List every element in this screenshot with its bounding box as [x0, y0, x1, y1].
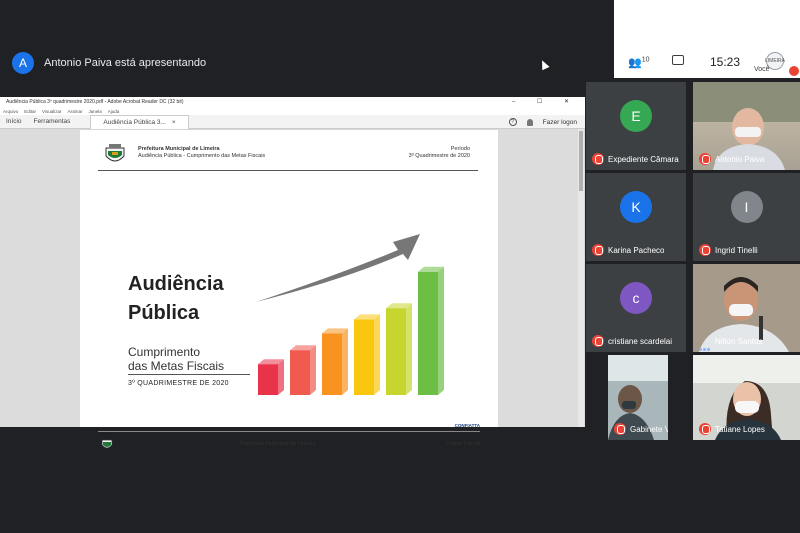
- mouse-cursor-icon: [538, 58, 550, 71]
- mic-off-icon: [699, 244, 711, 256]
- bell-icon: [526, 118, 533, 126]
- chat-icon[interactable]: [672, 55, 684, 65]
- scrollbar: [578, 129, 584, 427]
- slide-subtitle-line3: 3º QUADRIMESTRE DE 2020: [128, 380, 229, 387]
- scrollbar-thumb: [579, 131, 583, 191]
- tab-home: Início: [6, 118, 22, 125]
- participant-tile[interactable]: Tatiane Lopes: [693, 355, 800, 440]
- participant-tile[interactable]: Nilton Santos: [693, 264, 800, 352]
- period-label: Período: [450, 146, 470, 152]
- presenter-avatar: A: [12, 52, 34, 74]
- acrobat-titlebar: Audiência Pública 3º quadrimestre 2020.p…: [0, 97, 585, 107]
- self-mic-muted-icon[interactable]: [789, 66, 799, 76]
- window-buttons: – ☐ ✕: [511, 99, 579, 105]
- menu-item: Assinar: [67, 108, 83, 114]
- pdf-page: Prefeitura Municipal de Limeira Audiênci…: [80, 130, 498, 449]
- growth-bars-illustration: [256, 234, 444, 395]
- subtitle-divider: [128, 374, 250, 375]
- mic-off-icon: [592, 335, 604, 347]
- participant-avatar: E: [620, 100, 652, 132]
- growth-bar: [418, 266, 444, 395]
- participant-name: Tatiane Lopes: [715, 425, 765, 434]
- participant-name: Nilton Santos: [715, 337, 763, 346]
- participant-tile[interactable]: E Expediente Câmara: [586, 82, 686, 170]
- slide-subtitle-line2: das Metas Fiscais: [128, 359, 225, 373]
- participant-tile[interactable]: K Karina Pacheco: [586, 173, 686, 261]
- tab-document-label: Audiência Pública 3...: [103, 118, 166, 126]
- participant-tile[interactable]: I Ingrid Tinelli: [693, 173, 800, 261]
- header-org: Prefeitura Municipal de Limeira: [138, 146, 220, 152]
- menu-item: Ajuda: [107, 108, 120, 114]
- clock: 15:23: [710, 55, 741, 69]
- acrobat-menubar: Arquivo Editar Visualizar Assinar Janela…: [0, 107, 585, 115]
- mic-off-icon: [592, 244, 604, 256]
- menu-item: Visualizar: [42, 108, 62, 114]
- footer-divider: [98, 431, 480, 432]
- login-link: Fazer logon: [542, 118, 577, 126]
- presenter-text: Antonio Paiva está apresentando: [44, 57, 207, 69]
- slide-title-line2: Pública: [128, 302, 200, 324]
- confiatta-logo: CONFIATTA: [454, 423, 480, 428]
- left-margin: [0, 129, 80, 427]
- meet-screen: A Antonio Paiva está apresentando 👥10 15…: [0, 0, 800, 533]
- people-icon: 👥: [628, 57, 642, 69]
- header-subtitle: Audiência Pública - Cumprimento das Meta…: [138, 153, 266, 159]
- growth-bar: [290, 345, 316, 395]
- tab-document: Audiência Pública 3... ×: [90, 114, 189, 129]
- help-icon: ?: [508, 118, 517, 126]
- mic-off-icon: [699, 153, 711, 165]
- acrobat-tabbar: Início Ferramentas Audiência Pública 3..…: [0, 114, 585, 129]
- participant-name: Gabinete Vereador ...: [630, 425, 668, 434]
- header-divider: [98, 170, 478, 171]
- participant-name: Expediente Câmara: [608, 155, 679, 164]
- participant-name: Karina Pacheco: [608, 246, 665, 255]
- participant-name: Ingrid Tinelli: [715, 246, 758, 255]
- slide-title-line1: Audiência: [128, 273, 224, 295]
- meeting-controls: 👥10 15:23 LIMEIRA Você: [614, 0, 800, 78]
- shared-screen: Audiência Pública 3º quadrimestre 2020.p…: [0, 97, 585, 449]
- participant-name: cristiane scardelai: [608, 337, 673, 346]
- close-icon: ×: [171, 118, 176, 126]
- participant-avatar: I: [730, 191, 763, 223]
- footer-text: Prefeitura Municipal de Limeira: [240, 441, 316, 447]
- menu-item: Janela: [88, 108, 102, 114]
- growth-bar: [322, 328, 348, 395]
- footer-page: Página 1 de 48: [446, 441, 480, 447]
- presenter-banner: A Antonio Paiva está apresentando: [12, 52, 206, 74]
- coat-of-arms-icon: [105, 144, 125, 162]
- growth-bar: [258, 359, 284, 395]
- growth-arrow-icon: [256, 234, 420, 302]
- growth-bar: [386, 303, 412, 395]
- growth-bar: [354, 314, 380, 395]
- menu-item: Arquivo: [3, 108, 19, 114]
- right-margin: [497, 129, 585, 427]
- period-value: 3º Quadrimestre de 2020: [408, 153, 470, 159]
- acrobat-tab-right: ? Fazer logon: [508, 118, 577, 126]
- speaking-indicator-icon: [699, 338, 711, 351]
- people-count: 10: [641, 56, 650, 64]
- participant-name: Antonio Paiva: [715, 155, 765, 164]
- mic-off-icon: [614, 423, 626, 435]
- participant-tile[interactable]: Gabinete Vereador ...: [608, 355, 668, 440]
- participant-avatar: c: [620, 282, 652, 314]
- participant-tile[interactable]: c cristiane scardelai: [586, 264, 686, 352]
- mic-off-icon: [592, 153, 604, 165]
- footer-crest-icon: [101, 439, 113, 449]
- menu-item: Editar: [24, 108, 37, 114]
- people-button[interactable]: 👥10: [628, 56, 650, 69]
- tab-tools: Ferramentas: [33, 118, 71, 125]
- window-title: Audiência Pública 3º quadrimestre 2020.p…: [6, 99, 184, 105]
- participant-avatar: K: [620, 191, 652, 223]
- slide-subtitle-line1: Cumprimento: [128, 345, 201, 359]
- participant-tile[interactable]: Antonio Paiva: [693, 82, 800, 170]
- self-label: Você: [754, 66, 770, 73]
- mic-off-icon: [699, 423, 711, 435]
